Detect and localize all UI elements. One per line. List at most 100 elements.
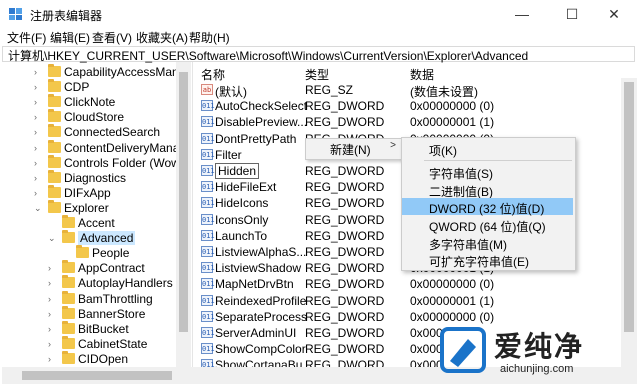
tree-item-label: Controls Folder (Wow6 [64,155,187,170]
address-bar[interactable]: 计算机\HKEY_CURRENT_USER\Software\Microsoft… [2,46,635,63]
expand-arrow-icon[interactable]: › [34,67,42,77]
value-row[interactable]: 011 SeparateProcess REG_DWORD 0x00000000 (0… [196,309,621,325]
expand-arrow-icon[interactable]: › [48,324,56,334]
column-header-data[interactable]: 数据 [410,66,434,82]
expand-arrow-icon[interactable]: › [48,354,56,364]
value-row[interactable]: 011 AutoCheckSelect REG_DWORD 0x00000000 (0… [196,98,621,114]
folder-icon [48,154,61,168]
value-name: DontPrettyPath [215,131,297,146]
folder-icon [48,64,61,77]
list-scrollbar-thumb[interactable] [624,82,634,332]
value-data: 0x00000000 (0) [410,277,495,292]
menu-item-label: 可扩充字符串值(E) [429,255,529,269]
value-type: REG_DWORD [305,228,385,243]
value-name: HideIcons [215,196,269,211]
menu-help[interactable]: 帮助(H) [189,29,230,46]
menu-view[interactable]: 查看(V) [92,29,132,46]
expand-arrow-icon[interactable]: › [48,263,56,273]
expand-arrow-icon[interactable]: ⌄ [48,233,56,243]
expand-arrow-icon[interactable]: › [34,97,42,107]
folder-icon [62,305,75,319]
menu-separator [424,160,572,161]
dword-value-icon: 011 [201,116,215,128]
expand-arrow-icon[interactable]: › [34,143,42,153]
tree-item-label: AutoplayHandlers [78,276,173,291]
expand-arrow-icon[interactable]: ⌄ [34,203,42,213]
folder-icon [62,215,75,228]
tree-item-label: CIDOpen [78,351,129,366]
watermark-title: 爱纯净 [494,331,585,362]
value-name: LaunchTo [215,228,268,243]
expand-arrow-icon[interactable]: › [34,188,42,198]
column-header-name[interactable]: 名称 [201,66,225,82]
dword-value-icon: 011 [201,343,215,355]
registry-editor-icon [9,8,22,20]
list-scrollbar[interactable] [621,78,637,367]
dword-value-icon: 011 [201,310,215,322]
menu-item-binary[interactable]: 二进制值(B) [402,181,573,199]
value-name: ShowCortanaBu [215,358,303,367]
folder-icon [62,290,75,304]
dword-value-icon: 011 [201,132,215,144]
menu-file[interactable]: 文件(F) [7,29,46,46]
menu-item-key[interactable]: 项(K) [402,140,573,158]
value-row[interactable]: 011 MapNetDrvBtn REG_DWORD 0x00000000 (0) [196,276,621,292]
dword-value-icon: 011 [201,327,215,338]
expand-arrow-icon[interactable]: › [34,112,42,122]
value-row[interactable]: 011 ReindexedProfile REG_DWORD 0x00000001 (… [196,293,621,309]
expand-arrow-icon[interactable]: › [34,173,42,183]
tree-item-label: BamThrottling [78,291,153,306]
menu-item-dword[interactable]: DWORD (32 位)值(D) [402,198,573,216]
menu-item-qword[interactable]: QWORD (64 位)值(Q) [402,216,573,234]
value-type: REG_DWORD [305,293,385,308]
value-data: 0x00000000 (0) [410,99,495,114]
horizontal-scrollbar-thumb[interactable] [22,371,172,380]
folder-icon [62,320,75,334]
value-name: Hidden [215,163,260,179]
value-name: HideFileExt [215,180,277,195]
value-type: REG_DWORD [305,342,385,357]
folder-icon [62,260,75,274]
menu-favorites[interactable]: 收藏夹(A) [136,29,188,46]
maximize-button[interactable]: ☐ [549,0,595,28]
expand-arrow-icon[interactable]: › [48,309,56,319]
dword-value-icon: 011 [201,213,215,225]
minimize-button[interactable]: — [499,0,545,28]
close-button[interactable]: ✕ [591,0,637,28]
menu-item-expandable-string[interactable]: 可扩充字符串值(E) [402,251,573,269]
menu-item-multi-string[interactable]: 多字符串值(M) [402,234,573,252]
value-type: REG_DWORD [305,164,385,178]
value-name: DisablePreview... [215,115,308,130]
menu-item-string[interactable]: 字符串值(S) [402,163,573,181]
window-title: 注册表编辑器 [30,9,103,23]
tree-scrollbar[interactable] [176,62,191,367]
value-name: AutoCheckSelect [215,99,308,114]
menu-item-label: QWORD (64 位)值(Q) [429,220,546,234]
folder-icon [48,79,61,93]
watermark: 爱纯净 aichunjing.com [438,325,628,380]
expand-arrow-icon[interactable]: › [48,294,56,304]
expand-arrow-icon[interactable]: › [48,339,56,349]
value-row[interactable]: ab (默认) REG_SZ (数值未设置) [196,82,621,99]
folder-icon [62,275,75,289]
value-type: REG_DWORD [305,358,385,367]
expand-arrow-icon[interactable]: › [48,278,56,288]
value-row[interactable]: 011 DisablePreview... REG_DWORD 0x00000001 … [196,114,621,130]
expand-arrow-icon[interactable]: › [34,82,42,92]
column-header-type[interactable]: 类型 [305,66,329,82]
tree-scrollbar-thumb[interactable] [179,72,188,332]
menu-new[interactable]: 新建(N) [330,141,395,158]
value-name: MapNetDrvBtn [215,277,294,292]
value-type: REG_DWORD [305,196,385,211]
value-name: ListviewAlphaS... [215,245,307,259]
key-tree: › CapabilityAccessMana › CDP › ClickNote › Clou… [2,62,193,367]
tree-item-label: ClickNote [64,95,116,110]
menu-edit[interactable]: 编辑(E) [50,29,90,46]
dword-value-icon: 011 [201,100,215,112]
expand-arrow-icon[interactable]: › [34,127,42,137]
value-type: REG_DWORD [305,326,385,340]
dword-value-icon: 011 [201,197,215,209]
expand-arrow-icon[interactable]: › [34,158,42,168]
